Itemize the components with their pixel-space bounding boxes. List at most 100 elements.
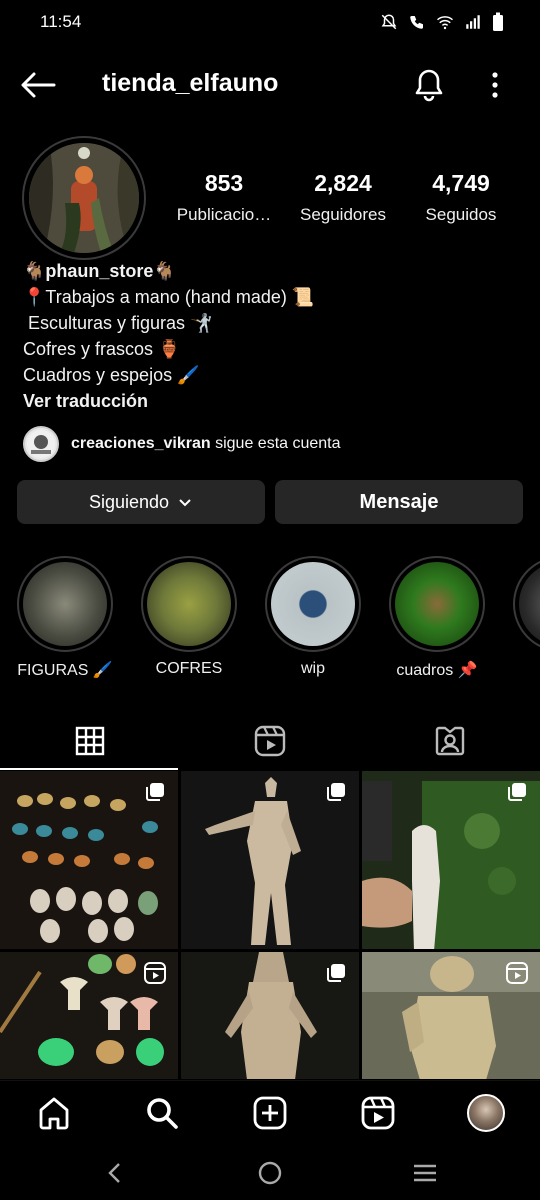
story-highlights: FIGURAS 🖌️ COFRES wip cuadros 📌 col bbox=[0, 556, 540, 686]
profile-header: tienda_elfauno bbox=[0, 58, 540, 112]
posts-count-value: 853 bbox=[204, 170, 244, 196]
system-navigation-bar bbox=[0, 1142, 540, 1200]
following-button[interactable]: Siguiendo bbox=[17, 480, 265, 524]
back-arrow-icon bbox=[21, 72, 56, 98]
message-button-label: Mensaje bbox=[359, 490, 439, 513]
profile-bio: 🐐phaun_store🐐 📍Trabajos a mano (hand mad… bbox=[23, 258, 523, 414]
search-icon bbox=[147, 1098, 178, 1129]
chevron-left-icon bbox=[108, 1163, 120, 1183]
more-vertical-icon bbox=[492, 72, 498, 98]
recents-icon bbox=[414, 1164, 436, 1182]
nav-profile[interactable] bbox=[466, 1093, 506, 1133]
highlight-cover bbox=[147, 562, 231, 646]
mutual-follower-suffix: sigue esta cuenta bbox=[210, 435, 341, 452]
mutual-follower-username[interactable]: creaciones_vikran bbox=[71, 435, 211, 452]
bio-line: Esculturas y figuras 🤺 bbox=[23, 313, 213, 333]
system-home-button[interactable] bbox=[255, 1158, 285, 1188]
highlight-cover bbox=[519, 562, 540, 646]
status-icons bbox=[380, 12, 504, 32]
highlight-item[interactable]: COFRES bbox=[141, 556, 237, 678]
highlight-item[interactable]: FIGURAS 🖌️ bbox=[17, 556, 113, 680]
wifi-call-icon bbox=[410, 16, 423, 29]
post-thumbnail[interactable] bbox=[0, 952, 178, 1079]
system-back-button[interactable] bbox=[100, 1158, 130, 1188]
highlight-ring bbox=[265, 556, 361, 652]
mutual-follower-text: creaciones_vikran sigue esta cuenta bbox=[71, 435, 341, 453]
highlight-label: col bbox=[513, 660, 540, 678]
bio-line: 📍Trabajos a mano (hand made) 📜 bbox=[23, 287, 315, 307]
wifi-icon bbox=[437, 16, 453, 30]
mutual-follower-avatar bbox=[23, 426, 59, 462]
create-icon bbox=[253, 1096, 287, 1130]
following-count-label: Seguidos bbox=[425, 205, 497, 224]
circle-home-icon bbox=[258, 1161, 282, 1185]
posts-grid bbox=[0, 771, 540, 1079]
highlight-item[interactable]: cuadros 📌 bbox=[389, 556, 485, 680]
followers-count[interactable]: 2,824 Seguidores bbox=[283, 170, 403, 225]
see-translation-link[interactable]: Ver traducción bbox=[23, 388, 523, 414]
home-icon bbox=[39, 1097, 69, 1130]
profile-tabs bbox=[0, 712, 540, 770]
profile-avatar-image bbox=[29, 143, 139, 253]
bell-icon bbox=[415, 69, 443, 102]
notifications-button[interactable] bbox=[410, 66, 448, 104]
profile-display-name: 🐐phaun_store🐐 bbox=[23, 261, 176, 281]
mute-icon bbox=[381, 14, 397, 30]
nav-home[interactable] bbox=[34, 1093, 74, 1133]
highlight-cover bbox=[23, 562, 107, 646]
highlight-label: wip bbox=[300, 660, 325, 677]
highlight-ring bbox=[389, 556, 485, 652]
status-time: 11:54 bbox=[40, 12, 82, 31]
highlight-ring bbox=[141, 556, 237, 652]
bio-line: Cofres y frascos 🏺 bbox=[23, 339, 181, 359]
system-recents-button[interactable] bbox=[410, 1158, 440, 1188]
profile-username: tienda_elfauno bbox=[102, 69, 279, 97]
tab-tagged[interactable] bbox=[360, 712, 540, 770]
carousel-icon bbox=[508, 783, 526, 801]
nav-reels[interactable] bbox=[358, 1093, 398, 1133]
followers-count-value: 2,824 bbox=[314, 170, 372, 196]
following-count[interactable]: 4,749 Seguidos bbox=[401, 170, 521, 225]
post-thumbnail[interactable] bbox=[362, 952, 540, 1079]
grid-icon bbox=[75, 726, 105, 756]
back-button[interactable] bbox=[18, 68, 58, 102]
following-count-value: 4,749 bbox=[432, 170, 490, 196]
tagged-icon bbox=[435, 726, 465, 756]
highlight-item[interactable]: col bbox=[513, 556, 540, 678]
highlight-cover bbox=[271, 562, 355, 646]
highlight-cover bbox=[395, 562, 479, 646]
status-bar: 11:54 bbox=[0, 0, 540, 46]
battery-icon bbox=[493, 12, 503, 31]
nav-create[interactable] bbox=[250, 1093, 290, 1133]
highlight-label: cuadros 📌 bbox=[396, 662, 478, 679]
followers-count-label: Seguidores bbox=[299, 205, 386, 224]
post-thumbnail[interactable] bbox=[181, 952, 359, 1079]
following-button-label: Siguiendo bbox=[88, 491, 170, 512]
mutual-follower-note[interactable]: creaciones_vikran sigue esta cuenta bbox=[23, 426, 341, 462]
carousel-icon bbox=[327, 964, 345, 982]
highlight-ring bbox=[17, 556, 113, 652]
highlight-label: COFRES bbox=[155, 660, 223, 677]
reels-icon bbox=[361, 1096, 395, 1130]
tab-posts-grid[interactable] bbox=[0, 712, 180, 770]
post-thumbnail[interactable] bbox=[181, 771, 359, 949]
highlight-ring bbox=[513, 556, 540, 652]
posts-count-label: Publicacio… bbox=[176, 205, 272, 224]
more-options-button[interactable] bbox=[482, 68, 508, 102]
post-thumbnail[interactable] bbox=[362, 771, 540, 949]
reel-icon bbox=[506, 962, 528, 984]
signal-icon bbox=[466, 15, 480, 29]
reels-icon bbox=[254, 725, 286, 757]
posts-count[interactable]: 853 Publicacio… bbox=[164, 170, 284, 225]
nav-search[interactable] bbox=[142, 1093, 182, 1133]
carousel-icon bbox=[327, 783, 345, 801]
highlight-item[interactable]: wip bbox=[265, 556, 361, 678]
reel-icon bbox=[144, 962, 166, 984]
bottom-navigation bbox=[0, 1080, 540, 1142]
tab-reels[interactable] bbox=[180, 712, 360, 770]
bio-line: Cuadros y espejos 🖌️ bbox=[23, 365, 200, 385]
profile-avatar[interactable] bbox=[22, 136, 146, 260]
message-button[interactable]: Mensaje bbox=[275, 480, 523, 524]
post-thumbnail[interactable] bbox=[0, 771, 178, 949]
highlight-label: FIGURAS 🖌️ bbox=[17, 662, 113, 679]
